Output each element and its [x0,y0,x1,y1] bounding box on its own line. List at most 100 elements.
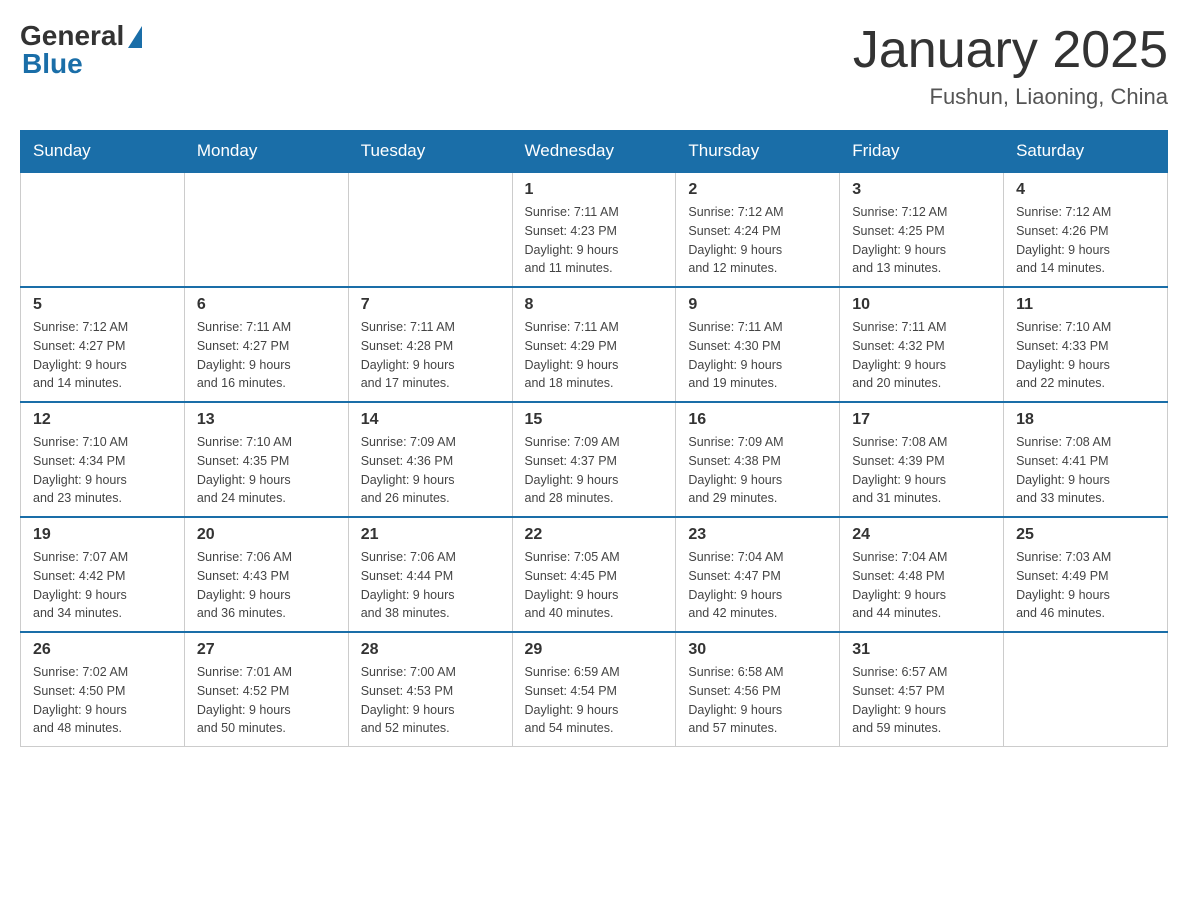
calendar-week-row: 19 Sunrise: 7:07 AM Sunset: 4:42 PM Dayli… [21,517,1168,632]
calendar-day-cell: 1 Sunrise: 7:11 AM Sunset: 4:23 PM Daylig… [512,172,676,287]
logo: General Blue [20,20,142,80]
calendar-day-cell [348,172,512,287]
day-info: Sunrise: 7:11 AM Sunset: 4:28 PM Dayligh… [361,318,500,393]
day-number: 3 [852,181,991,199]
calendar-table: SundayMondayTuesdayWednesdayThursdayFrid… [20,130,1168,747]
day-number: 11 [1016,296,1155,314]
calendar-day-cell: 8 Sunrise: 7:11 AM Sunset: 4:29 PM Daylig… [512,287,676,402]
day-number: 15 [525,411,664,429]
logo-blue-text: Blue [20,48,83,80]
day-info: Sunrise: 7:06 AM Sunset: 4:44 PM Dayligh… [361,548,500,623]
day-number: 24 [852,526,991,544]
title-block: January 2025 Fushun, Liaoning, China [853,20,1168,110]
calendar-day-cell: 24 Sunrise: 7:04 AM Sunset: 4:48 PM Dayli… [840,517,1004,632]
calendar-day-cell [184,172,348,287]
day-info: Sunrise: 7:09 AM Sunset: 4:38 PM Dayligh… [688,433,827,508]
calendar-day-cell: 19 Sunrise: 7:07 AM Sunset: 4:42 PM Dayli… [21,517,185,632]
calendar-week-row: 1 Sunrise: 7:11 AM Sunset: 4:23 PM Daylig… [21,172,1168,287]
day-info: Sunrise: 7:12 AM Sunset: 4:26 PM Dayligh… [1016,203,1155,278]
column-header-friday: Friday [840,131,1004,173]
calendar-day-cell: 2 Sunrise: 7:12 AM Sunset: 4:24 PM Daylig… [676,172,840,287]
day-info: Sunrise: 7:04 AM Sunset: 4:48 PM Dayligh… [852,548,991,623]
day-number: 7 [361,296,500,314]
calendar-day-cell: 7 Sunrise: 7:11 AM Sunset: 4:28 PM Daylig… [348,287,512,402]
calendar-day-cell: 23Sunrise: 7:04 AM Sunset: 4:47 PM Dayli… [676,517,840,632]
calendar-day-cell: 9 Sunrise: 7:11 AM Sunset: 4:30 PM Daylig… [676,287,840,402]
calendar-day-cell: 26 Sunrise: 7:02 AM Sunset: 4:50 PM Dayli… [21,632,185,747]
day-info: Sunrise: 7:12 AM Sunset: 4:27 PM Dayligh… [33,318,172,393]
calendar-day-cell: 29Sunrise: 6:59 AM Sunset: 4:54 PM Dayli… [512,632,676,747]
day-number: 31 [852,641,991,659]
day-info: Sunrise: 7:10 AM Sunset: 4:33 PM Dayligh… [1016,318,1155,393]
day-number: 16 [688,411,827,429]
calendar-day-cell: 28 Sunrise: 7:00 AM Sunset: 4:53 PM Dayli… [348,632,512,747]
day-number: 18 [1016,411,1155,429]
day-info: Sunrise: 7:11 AM Sunset: 4:23 PM Dayligh… [525,203,664,278]
calendar-day-cell: 30 Sunrise: 6:58 AM Sunset: 4:56 PM Dayli… [676,632,840,747]
calendar-day-cell: 4Sunrise: 7:12 AM Sunset: 4:26 PM Daylig… [1004,172,1168,287]
day-info: Sunrise: 7:08 AM Sunset: 4:41 PM Dayligh… [1016,433,1155,508]
day-number: 6 [197,296,336,314]
column-header-saturday: Saturday [1004,131,1168,173]
day-number: 21 [361,526,500,544]
calendar-title: January 2025 [853,20,1168,80]
day-number: 30 [688,641,827,659]
calendar-day-cell: 6Sunrise: 7:11 AM Sunset: 4:27 PM Daylig… [184,287,348,402]
calendar-subtitle: Fushun, Liaoning, China [853,84,1168,110]
day-number: 22 [525,526,664,544]
calendar-day-cell: 31 Sunrise: 6:57 AM Sunset: 4:57 PM Dayli… [840,632,1004,747]
day-info: Sunrise: 6:58 AM Sunset: 4:56 PM Dayligh… [688,663,827,738]
day-info: Sunrise: 7:10 AM Sunset: 4:35 PM Dayligh… [197,433,336,508]
day-info: Sunrise: 7:08 AM Sunset: 4:39 PM Dayligh… [852,433,991,508]
day-info: Sunrise: 7:09 AM Sunset: 4:36 PM Dayligh… [361,433,500,508]
day-info: Sunrise: 7:05 AM Sunset: 4:45 PM Dayligh… [525,548,664,623]
day-info: Sunrise: 6:57 AM Sunset: 4:57 PM Dayligh… [852,663,991,738]
day-number: 10 [852,296,991,314]
calendar-day-cell [1004,632,1168,747]
column-header-tuesday: Tuesday [348,131,512,173]
day-info: Sunrise: 7:00 AM Sunset: 4:53 PM Dayligh… [361,663,500,738]
calendar-day-cell: 16 Sunrise: 7:09 AM Sunset: 4:38 PM Dayli… [676,402,840,517]
page-header: General Blue January 2025 Fushun, Liaoni… [20,20,1168,110]
calendar-day-cell: 20 Sunrise: 7:06 AM Sunset: 4:43 PM Dayli… [184,517,348,632]
calendar-day-cell: 18 Sunrise: 7:08 AM Sunset: 4:41 PM Dayli… [1004,402,1168,517]
day-number: 25 [1016,526,1155,544]
day-info: Sunrise: 7:02 AM Sunset: 4:50 PM Dayligh… [33,663,172,738]
day-info: Sunrise: 7:10 AM Sunset: 4:34 PM Dayligh… [33,433,172,508]
day-number: 2 [688,181,827,199]
calendar-day-cell: 10 Sunrise: 7:11 AM Sunset: 4:32 PM Dayli… [840,287,1004,402]
day-number: 1 [525,181,664,199]
calendar-day-cell: 21 Sunrise: 7:06 AM Sunset: 4:44 PM Dayli… [348,517,512,632]
day-info: Sunrise: 7:11 AM Sunset: 4:30 PM Dayligh… [688,318,827,393]
column-header-sunday: Sunday [21,131,185,173]
day-number: 8 [525,296,664,314]
day-info: Sunrise: 7:04 AM Sunset: 4:47 PM Dayligh… [688,548,827,623]
day-number: 27 [197,641,336,659]
calendar-day-cell [21,172,185,287]
day-info: Sunrise: 7:12 AM Sunset: 4:25 PM Dayligh… [852,203,991,278]
calendar-day-cell: 14Sunrise: 7:09 AM Sunset: 4:36 PM Dayli… [348,402,512,517]
day-number: 28 [361,641,500,659]
calendar-day-cell: 22 Sunrise: 7:05 AM Sunset: 4:45 PM Dayli… [512,517,676,632]
day-info: Sunrise: 6:59 AM Sunset: 4:54 PM Dayligh… [525,663,664,738]
day-info: Sunrise: 7:01 AM Sunset: 4:52 PM Dayligh… [197,663,336,738]
day-number: 19 [33,526,172,544]
day-number: 20 [197,526,336,544]
day-number: 9 [688,296,827,314]
calendar-day-cell: 5Sunrise: 7:12 AM Sunset: 4:27 PM Daylig… [21,287,185,402]
day-number: 12 [33,411,172,429]
day-number: 13 [197,411,336,429]
calendar-day-cell: 3 Sunrise: 7:12 AM Sunset: 4:25 PM Daylig… [840,172,1004,287]
column-header-monday: Monday [184,131,348,173]
day-info: Sunrise: 7:07 AM Sunset: 4:42 PM Dayligh… [33,548,172,623]
calendar-week-row: 12 Sunrise: 7:10 AM Sunset: 4:34 PM Dayli… [21,402,1168,517]
calendar-day-cell: 11 Sunrise: 7:10 AM Sunset: 4:33 PM Dayli… [1004,287,1168,402]
day-number: 26 [33,641,172,659]
calendar-day-cell: 13 Sunrise: 7:10 AM Sunset: 4:35 PM Dayli… [184,402,348,517]
calendar-day-cell: 27 Sunrise: 7:01 AM Sunset: 4:52 PM Dayli… [184,632,348,747]
day-info: Sunrise: 7:12 AM Sunset: 4:24 PM Dayligh… [688,203,827,278]
day-info: Sunrise: 7:06 AM Sunset: 4:43 PM Dayligh… [197,548,336,623]
day-info: Sunrise: 7:11 AM Sunset: 4:29 PM Dayligh… [525,318,664,393]
day-info: Sunrise: 7:09 AM Sunset: 4:37 PM Dayligh… [525,433,664,508]
day-info: Sunrise: 7:11 AM Sunset: 4:32 PM Dayligh… [852,318,991,393]
